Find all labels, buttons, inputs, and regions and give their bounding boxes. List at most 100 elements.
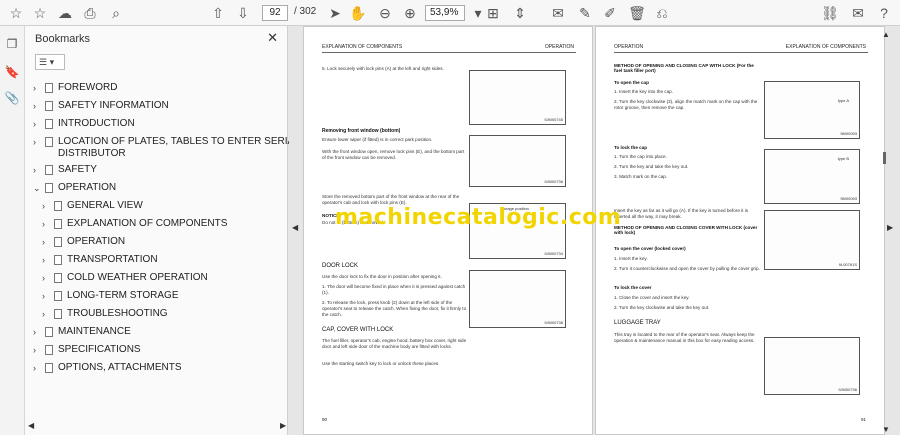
draw-icon[interactable]: ✐ — [600, 3, 620, 23]
email-icon[interactable]: ✉ — [848, 3, 868, 23]
bookmark-label: SAFETY INFORMATION — [58, 100, 169, 111]
page-header-right: OPERATION — [544, 44, 574, 50]
page-fit-icon[interactable]: ⊞ — [483, 3, 503, 23]
comment-icon[interactable]: ✉ — [548, 3, 568, 23]
bookmark-label: OPERATION — [58, 182, 117, 193]
chevron-down-icon[interactable]: ⌄ — [33, 182, 41, 194]
link-icon[interactable]: ⛓ — [820, 3, 840, 23]
chevron-right-icon[interactable]: › — [33, 326, 36, 338]
lc2: 2. Turn the key and take the key out. — [614, 164, 689, 169]
zoom-level-select[interactable]: 53,9% — [425, 5, 465, 21]
bookmarks-panel: Bookmarks ✕ ☰ ▾ › FOREWORD › SAFETY INFORMA… — [25, 26, 343, 435]
chevron-right-icon[interactable]: › — [33, 164, 36, 176]
chevron-right-icon[interactable]: › — [42, 218, 45, 230]
chevron-right-icon[interactable]: › — [33, 362, 36, 374]
page-number-right: 91 — [860, 417, 866, 422]
bookmark-options-button[interactable]: ☰ ▾ — [35, 54, 65, 70]
bookmark-label: TRANSPORTATION — [67, 254, 158, 265]
highlight-pen-icon[interactable]: ✎ — [575, 3, 595, 23]
chevron-right-icon[interactable]: › — [42, 236, 45, 248]
oc1: 1. Insert the key into the cap. — [614, 89, 673, 94]
door-p1: Use the door lock to fix the door in pos… — [322, 274, 442, 279]
viewer-right-arrow-icon[interactable]: ▶ — [887, 223, 893, 232]
viewer-left-arrow-icon[interactable]: ◀ — [292, 223, 298, 232]
hand-pan-icon[interactable]: ✋ — [348, 3, 368, 23]
ov2: 2. Turn it counterclockwise and open the… — [614, 266, 760, 271]
figure-cover-key: 9L00761S — [764, 210, 860, 270]
star-bookmark-icon[interactable]: ☆ — [30, 3, 50, 23]
bookmark-label: FOREWORD — [58, 82, 118, 93]
page-number-input[interactable]: 92 — [262, 5, 288, 21]
delete-icon[interactable]: 🗑 — [627, 3, 647, 23]
bookmark-page-icon — [54, 219, 62, 229]
page-up-icon[interactable]: ⇧ — [208, 3, 228, 23]
bookmarks-icon[interactable]: 🔖 — [4, 64, 20, 80]
zoom-in-icon[interactable]: ⊕ — [400, 3, 420, 23]
figure-luggage-tray: 9JM00736 — [764, 337, 860, 395]
zoom-out-icon[interactable]: ⊖ — [375, 3, 395, 23]
bookmark-page-icon — [54, 255, 62, 265]
watermark: machinecatalogic.com — [335, 205, 622, 230]
door-s2: 2. To release the lock, press knob (2) d… — [322, 300, 467, 317]
page-90: EXPLANATION OF COMPONENTS OPERATION 5. L… — [303, 26, 593, 435]
insert-p: Insert the key as far as it will go (A).… — [614, 208, 749, 219]
chevron-right-icon[interactable]: › — [42, 200, 45, 212]
scroll-down-icon[interactable]: ▼ — [882, 425, 890, 434]
zoom-search-icon[interactable]: ⌕ — [106, 3, 126, 23]
removing-p2: With the front window open, remove lock … — [322, 149, 465, 160]
scroll-right-icon[interactable]: ▶ — [280, 421, 286, 430]
page-thumbnails-icon[interactable]: ❐ — [4, 36, 20, 52]
bookmark-page-icon — [45, 119, 53, 129]
bookmark-page-icon — [45, 101, 53, 111]
help-icon[interactable]: ? — [874, 3, 894, 23]
bookmark-page-icon — [54, 273, 62, 283]
scrollbar-thumb[interactable] — [883, 152, 886, 164]
figure-cap-type-a: type A 9M00093 — [764, 81, 860, 139]
bookmark-label: LONG-TERM STORAGE — [67, 290, 179, 301]
bookmark-label: OPERATION — [67, 236, 126, 247]
attachments-icon[interactable]: 📎 — [4, 90, 20, 106]
figure-window-lock: 9JM00745 — [469, 70, 566, 125]
bookmark-page-icon — [45, 165, 53, 175]
cloud-upload-icon[interactable]: ☁ — [55, 3, 75, 23]
lv2: 2. Turn the key clockwise and take the k… — [614, 305, 710, 310]
lock-cover: To lock the cover — [614, 285, 652, 290]
lock-cap: To lock the cap — [614, 145, 648, 150]
page-down-icon[interactable]: ⇩ — [233, 3, 253, 23]
bookmark-label: GENERAL VIEW — [67, 200, 143, 211]
scroll-mode-icon[interactable]: ⇕ — [510, 3, 530, 23]
chevron-right-icon[interactable]: › — [33, 136, 36, 148]
print-icon[interactable]: ⎙ — [80, 3, 100, 23]
bookmark-label: DISTRIBUTOR — [58, 148, 126, 159]
removing-title: Removing front window (bottom) — [322, 128, 401, 134]
bookmark-label: OPTIONS, ATTACHMENTS — [58, 362, 182, 373]
close-icon[interactable]: ✕ — [267, 30, 278, 46]
bookmark-label: INTRODUCTION — [58, 118, 135, 129]
chevron-right-icon[interactable]: › — [42, 254, 45, 266]
chevron-right-icon[interactable]: › — [42, 272, 45, 284]
chevron-right-icon[interactable]: › — [42, 290, 45, 302]
home-star-icon[interactable]: ☆ — [6, 3, 26, 23]
bookmark-label: MAINTENANCE — [58, 326, 131, 337]
figure-front-window: 9JM00736 — [469, 135, 566, 187]
select-cursor-icon[interactable]: ➤ — [325, 3, 345, 23]
step-5: 5. Lock securely with lock pins (A) at t… — [322, 66, 444, 71]
chevron-right-icon[interactable]: › — [33, 82, 36, 94]
bookmark-label: SPECIFICATIONS — [58, 344, 141, 355]
chevron-right-icon[interactable]: › — [33, 100, 36, 112]
scroll-left-icon[interactable]: ◀ — [28, 421, 34, 430]
luggage-title: LUGGAGE TRAY — [614, 320, 661, 326]
document-viewer[interactable]: ◀ EXPLANATION OF COMPONENTS OPERATION 5.… — [289, 26, 900, 435]
cap-p1: The fuel filler, operator's cab, engine … — [322, 338, 467, 349]
page-header-right: EXPLANATION OF COMPONENTS — [785, 44, 866, 50]
page-header-left: OPERATION — [614, 44, 644, 50]
bookmark-page-icon — [45, 327, 53, 337]
chevron-right-icon[interactable]: › — [33, 344, 36, 356]
bookmark-page-icon — [54, 237, 62, 247]
stamp-icon[interactable]: ⎌ — [652, 3, 672, 23]
scroll-up-icon[interactable]: ▲ — [882, 30, 890, 39]
chevron-right-icon[interactable]: › — [33, 118, 36, 130]
open-cap: To open the cap — [614, 80, 649, 85]
bookmark-label: EXPLANATION OF COMPONENTS — [67, 218, 228, 229]
chevron-right-icon[interactable]: › — [42, 308, 45, 320]
